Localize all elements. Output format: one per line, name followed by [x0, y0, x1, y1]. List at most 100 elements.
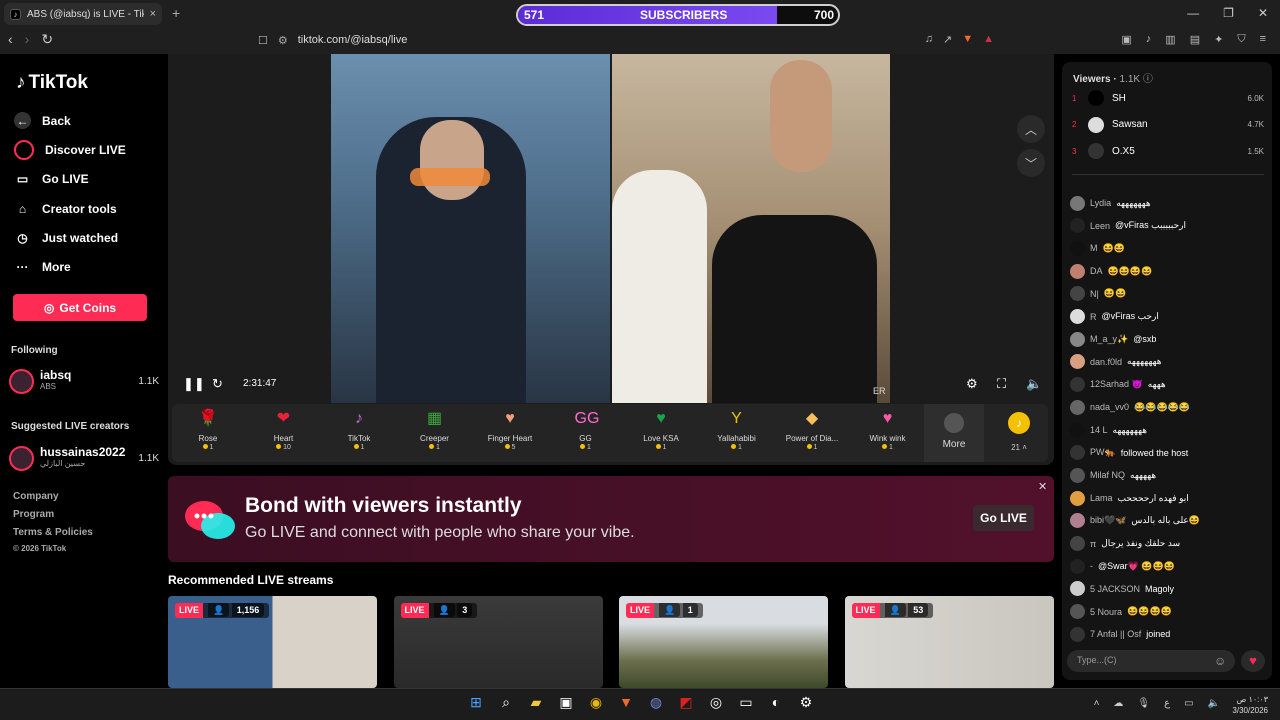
search-icon[interactable]: ⌕: [498, 694, 514, 710]
chat-message[interactable]: Milaf NQ هههههه: [1070, 466, 1266, 484]
adobe-icon[interactable]: ◩: [678, 694, 694, 710]
chat-message[interactable]: dan.f0ld هههههههه: [1070, 353, 1266, 371]
terminal-icon[interactable]: ▭: [738, 694, 754, 710]
top-viewer-row[interactable]: 2 Sawsan 4.7K: [1072, 116, 1264, 134]
chrome-icon[interactable]: ◉: [588, 694, 604, 710]
chat-username[interactable]: Leen: [1090, 221, 1110, 231]
speaker-icon[interactable]: 🔈: [1208, 698, 1220, 709]
bookmark-icon[interactable]: ☐: [258, 34, 268, 47]
chat-message[interactable]: R @vFiras ارحب: [1070, 308, 1266, 326]
new-tab-button[interactable]: +: [172, 5, 180, 21]
sidebar-item-more[interactable]: ··· More: [14, 252, 164, 281]
chat-message[interactable]: 7 Anfal || Osf joined: [1070, 625, 1266, 643]
gift-item[interactable]: ♪ TikTok 1: [323, 408, 395, 460]
chat-username[interactable]: -: [1090, 561, 1093, 571]
sidebar-icon[interactable]: ▥: [1165, 33, 1175, 46]
media-icon[interactable]: ♪: [1146, 33, 1152, 46]
emoji-icon[interactable]: ☺: [1214, 654, 1226, 668]
recommended-stream-card[interactable]: LIVE 👤 1,156: [168, 596, 377, 688]
store-icon[interactable]: ▣: [558, 694, 574, 710]
tray-chevron-icon[interactable]: ˄: [1094, 698, 1100, 709]
chat-message[interactable]: 12Sarhad 👿 هههه: [1070, 376, 1266, 394]
close-window-icon[interactable]: ✕: [1258, 6, 1268, 20]
chat-message[interactable]: nada_vv0 😂😂😂😂😂: [1070, 398, 1266, 416]
chat-input[interactable]: Type...(C): [1067, 650, 1235, 672]
share-icon[interactable]: ↗: [943, 33, 952, 46]
chat-username[interactable]: Milaf NQ: [1090, 470, 1125, 480]
gift-item[interactable]: ❤ Heart 10: [248, 408, 320, 460]
fullscreen-icon[interactable]: ⛶: [997, 376, 1006, 392]
menu-icon[interactable]: ≡: [1260, 33, 1266, 46]
wallet-icon[interactable]: ▤: [1190, 33, 1200, 46]
chat-message[interactable]: - @Swar💗 😆😆😆: [1070, 557, 1266, 575]
next-stream-button[interactable]: ﹀: [1017, 149, 1045, 177]
minimize-icon[interactable]: —: [1187, 6, 1199, 20]
tab-close-icon[interactable]: ×: [150, 8, 156, 20]
chat-username[interactable]: M: [1090, 243, 1098, 253]
chat-username[interactable]: nada_vv0: [1090, 402, 1129, 412]
top-viewer-row[interactable]: 1 SH 6.0K: [1072, 89, 1264, 107]
clock[interactable]: ١٠:٠٣ ص 3/30/2026: [1232, 694, 1268, 716]
screenshot-icon[interactable]: ▣: [1121, 33, 1131, 46]
chat-message[interactable]: DA 😆😆😆😆: [1070, 262, 1266, 280]
settings-icon[interactable]: ⚙: [966, 376, 978, 392]
url-text[interactable]: tiktok.com/@iabsq/live: [298, 34, 408, 46]
refresh-icon[interactable]: ↻: [212, 376, 223, 392]
footer-terms[interactable]: Terms & Policies: [13, 527, 93, 538]
chat-username[interactable]: 14 L: [1090, 425, 1108, 435]
volume-icon[interactable]: 🔈: [1026, 376, 1042, 392]
chat-username[interactable]: PW🐅: [1090, 447, 1116, 458]
recommended-stream-card[interactable]: LIVE 👤 3: [393, 596, 603, 688]
back-icon[interactable]: ‹: [8, 31, 13, 48]
app-icon[interactable]: ◐: [768, 694, 784, 710]
reload-icon[interactable]: ↻: [41, 31, 53, 48]
top-viewer-row[interactable]: 3 O.X5 1.5K: [1072, 142, 1264, 160]
brave-icon[interactable]: ▼: [618, 694, 634, 710]
mic-icon[interactable]: 🎙: [1137, 698, 1150, 709]
vpn-icon[interactable]: ⛉: [1237, 33, 1245, 46]
rewards-icon[interactable]: ▲: [983, 33, 994, 46]
address-bar[interactable]: ☐ ⚙ tiktok.com/@iabsq/live: [258, 30, 1002, 50]
gift-item[interactable]: ▦ Creeper 1: [399, 408, 471, 460]
chat-username[interactable]: 5 JACKSON: [1090, 584, 1140, 594]
file-explorer-icon[interactable]: ▰: [528, 694, 544, 710]
like-button[interactable]: ♥: [1241, 650, 1265, 672]
chat-message[interactable]: bibi🖤🦋 على باله بالدس😆: [1070, 512, 1266, 530]
chat-username[interactable]: π: [1090, 539, 1096, 549]
mute-icon[interactable]: ♫: [925, 33, 933, 46]
close-icon[interactable]: ✕: [1038, 480, 1047, 493]
cloud-icon[interactable]: ☁: [1113, 698, 1123, 709]
tiktok-logo[interactable]: ♪ TikTok: [16, 72, 88, 94]
gift-item[interactable]: Y Yallahabibi 1: [701, 408, 773, 460]
chat-message[interactable]: π سد حلقك ونفذ يرجال: [1070, 535, 1266, 553]
chat-message[interactable]: 5 JACKSON Magoly: [1070, 580, 1266, 598]
chat-username[interactable]: 7 Anfal || Osf: [1090, 629, 1141, 639]
chat-message[interactable]: Lydia هههههههه: [1070, 194, 1266, 212]
gift-item[interactable]: GG GG 1: [550, 408, 622, 460]
brave-shield-icon[interactable]: ▼: [962, 33, 973, 46]
discord-icon[interactable]: ◍: [648, 694, 664, 710]
chat-message[interactable]: 5 Noura 😆😆😆😆: [1070, 603, 1266, 621]
sidebar-item-go-live[interactable]: ▭ Go LIVE: [14, 165, 164, 194]
chat-message[interactable]: N| 😆😆: [1070, 285, 1266, 303]
chat-message[interactable]: M 😆😆: [1070, 239, 1266, 257]
sidebar-item-discover-live[interactable]: Discover LIVE: [14, 135, 164, 164]
banner-go-live-button[interactable]: Go LIVE: [973, 505, 1034, 531]
chat-message[interactable]: Lama ابو فهده ارححححب: [1070, 489, 1266, 507]
get-coins-button[interactable]: ◎ Get Coins: [13, 294, 147, 321]
gift-item[interactable]: 🌹 Rose 1: [172, 408, 244, 460]
footer-program[interactable]: Program: [13, 509, 54, 520]
chat-username[interactable]: 5 Noura: [1090, 607, 1122, 617]
gift-item[interactable]: ♥ Finger Heart 5: [474, 408, 546, 460]
network-icon[interactable]: ▭: [1184, 698, 1193, 709]
previous-stream-button[interactable]: ︿: [1017, 115, 1045, 143]
chat-username[interactable]: M_a_y✨: [1090, 334, 1128, 345]
chat-message[interactable]: M_a_y✨ @sxb: [1070, 330, 1266, 348]
restore-icon[interactable]: ❐: [1223, 6, 1234, 20]
chat-username[interactable]: DA: [1090, 266, 1103, 276]
more-gifts-button[interactable]: More: [924, 404, 984, 462]
steam-icon[interactable]: ◎: [708, 694, 724, 710]
chat-username[interactable]: N|: [1090, 289, 1099, 299]
chat-username[interactable]: 12Sarhad 👿: [1090, 379, 1143, 390]
language-icon[interactable]: ع: [1164, 698, 1170, 709]
